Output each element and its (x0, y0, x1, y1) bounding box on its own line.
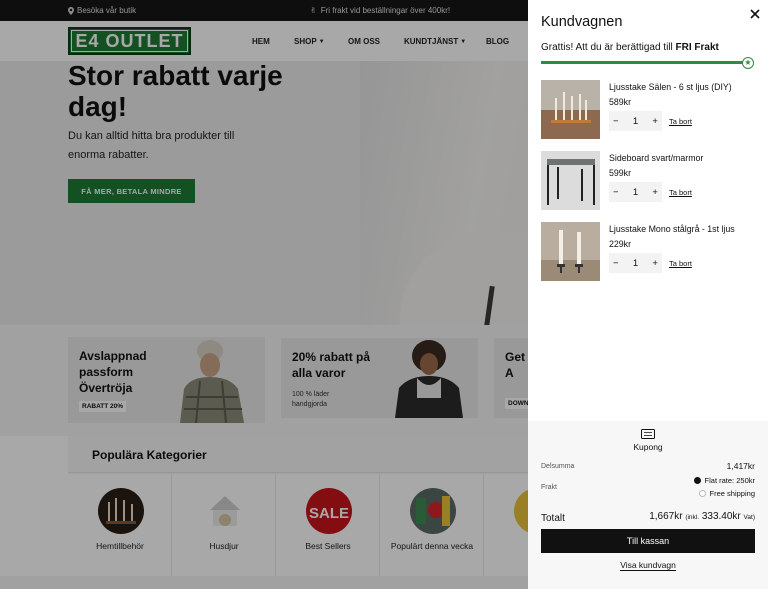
quantity-value[interactable]: 1 (633, 187, 638, 198)
total-value: 1,667kr (inkl. 333.40kr Vat) (649, 511, 755, 522)
remove-item-link[interactable]: Ta bort (669, 259, 692, 268)
quantity-stepper: − 1 + (609, 253, 662, 273)
drawer-backdrop[interactable] (0, 0, 528, 589)
coupon-button[interactable]: Kupong (528, 429, 768, 452)
remove-item-link[interactable]: Ta bort (669, 188, 692, 197)
cart-footer: Kupong Delsumma 1,417kr Frakt Flat rate:… (528, 421, 768, 589)
total-vat-suffix: Vat) (743, 514, 755, 521)
quantity-stepper: − 1 + (609, 111, 662, 131)
cart-title: Kundvagnen (541, 14, 623, 30)
remove-item-link[interactable]: Ta bort (669, 117, 692, 126)
radio-selected-icon[interactable] (693, 477, 701, 484)
cart-item: Sideboard svart/marmor 599kr − 1 + Ta bo… (541, 151, 761, 213)
close-icon[interactable] (748, 7, 762, 21)
total-amount: 1,667kr (649, 511, 683, 522)
free-shipping-prefix: Grattis! Att du är berättigad till (541, 42, 673, 53)
cart-item-image[interactable] (541, 151, 600, 210)
coupon-label: Kupong (633, 442, 663, 452)
radio-empty-icon[interactable] (698, 490, 706, 497)
free-shipping-message: Grattis! Att du är berättigad till FRI F… (541, 42, 719, 53)
cart-item-price: 599kr (609, 168, 632, 178)
plus-icon[interactable]: + (652, 116, 658, 127)
cart-item-name[interactable]: Ljusstake Sälen - 6 st ljus (DIY) (609, 82, 732, 92)
cart-item-name[interactable]: Ljusstake Mono stålgrå - 1st ljus (609, 224, 735, 234)
cart-item: Ljusstake Mono stålgrå - 1st ljus 229kr … (541, 222, 761, 284)
coupon-icon (641, 429, 655, 439)
cart-item-price: 229kr (609, 239, 632, 249)
star-icon: ★ (742, 57, 754, 69)
shipping-label: Frakt (541, 484, 557, 491)
minus-icon[interactable]: − (613, 116, 619, 127)
cart-item-image[interactable] (541, 222, 600, 281)
free-shipping-progress (541, 61, 751, 64)
shipping-option-flat[interactable]: Flat rate: 250kr (693, 476, 755, 485)
total-vat-value: 333.40kr (701, 511, 741, 522)
free-shipping-bold: FRI Frakt (675, 42, 719, 53)
cart-items: Ljusstake Sälen - 6 st ljus (DIY) 589kr … (528, 70, 768, 310)
total-label: Totalt (541, 513, 565, 524)
cart-item-name[interactable]: Sideboard svart/marmor (609, 153, 703, 163)
plus-icon[interactable]: + (652, 187, 658, 198)
cart-item-image[interactable] (541, 80, 600, 139)
shipping-option-label: Free shipping (709, 489, 755, 498)
shipping-option-label: Flat rate: 250kr (704, 476, 755, 485)
minus-icon[interactable]: − (613, 187, 619, 198)
shipping-option-free[interactable]: Free shipping (698, 489, 755, 498)
cart-item: Ljusstake Sälen - 6 st ljus (DIY) 589kr … (541, 80, 761, 142)
quantity-stepper: − 1 + (609, 182, 662, 202)
quantity-value[interactable]: 1 (633, 116, 638, 127)
minus-icon[interactable]: − (613, 258, 619, 269)
cart-item-price: 589kr (609, 97, 632, 107)
checkout-button[interactable]: Till kassan (541, 529, 755, 553)
plus-icon[interactable]: + (652, 258, 658, 269)
subtotal-value: 1,417kr (726, 461, 755, 471)
quantity-value[interactable]: 1 (633, 258, 638, 269)
view-cart-link: Visa kundvagn (528, 560, 768, 571)
total-vat-prefix: (inkl. (685, 514, 700, 521)
view-cart-label[interactable]: Visa kundvagn (620, 560, 676, 571)
subtotal-label: Delsumma (541, 463, 575, 470)
free-shipping-progress-fill (541, 61, 751, 64)
